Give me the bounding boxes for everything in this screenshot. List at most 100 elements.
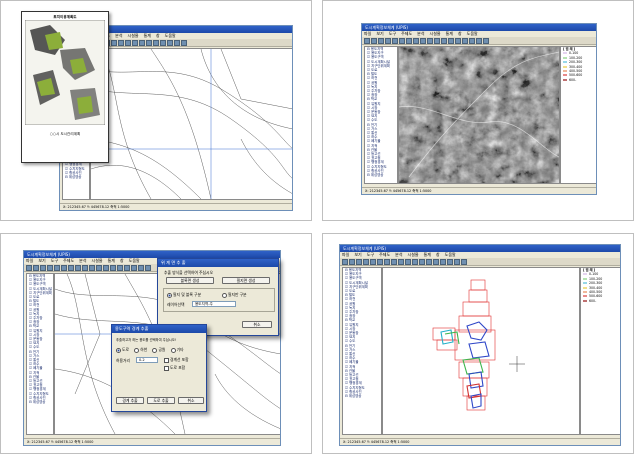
radio-both[interactable]: 필지 및 블록 구분 — [167, 292, 201, 298]
toolbar-button[interactable] — [448, 37, 454, 44]
menu-item[interactable]: 도움말 — [445, 252, 456, 257]
parcel-surface-button[interactable]: 필지면 생성 — [222, 277, 270, 284]
menu-item[interactable]: 분석 — [395, 252, 402, 257]
menu-item[interactable]: 보기 — [354, 252, 361, 257]
tree-item[interactable]: ⊟ 위성영상 — [343, 394, 381, 398]
toolbar-button[interactable] — [462, 37, 468, 44]
toolbar-button[interactable] — [427, 37, 433, 44]
menu-item[interactable]: 도움말 — [129, 258, 140, 263]
toolbar-button[interactable] — [413, 37, 419, 44]
toolbar-button[interactable] — [47, 264, 53, 271]
toolbar-button[interactable] — [454, 258, 460, 265]
toolbar-button[interactable] — [61, 264, 67, 271]
menu-item[interactable]: 시설물 — [92, 258, 103, 263]
menu-item[interactable]: 도구 — [389, 31, 396, 36]
toolbar-button[interactable] — [392, 37, 398, 44]
radio-etc[interactable]: 기타 — [170, 347, 184, 353]
toolbar-button[interactable] — [125, 39, 131, 46]
menu-item[interactable]: 파일 — [26, 258, 33, 263]
toolbar-button[interactable] — [118, 39, 124, 46]
toolbar-button[interactable] — [89, 264, 95, 271]
toolbar-button[interactable] — [40, 264, 46, 271]
toolbar-button[interactable] — [364, 37, 370, 44]
layer-select[interactable]: 용도지역-주 — [192, 301, 236, 307]
menu-item[interactable]: 도구 — [51, 258, 58, 263]
toolbar-button[interactable] — [342, 258, 348, 265]
menu-item[interactable]: 시설물 — [430, 31, 441, 36]
toolbar-button[interactable] — [33, 264, 39, 271]
toolbar-button[interactable] — [124, 264, 130, 271]
toolbar-button[interactable] — [378, 37, 384, 44]
extract-road-button[interactable]: 도로 추출 — [147, 397, 175, 404]
toolbar-button[interactable] — [363, 258, 369, 265]
toolbar-button[interactable] — [26, 264, 32, 271]
toolbar-button[interactable] — [82, 264, 88, 271]
toolbar-button[interactable] — [349, 258, 355, 265]
toolbar-button[interactable] — [181, 39, 187, 46]
toolbar-button[interactable] — [54, 264, 60, 271]
extract-boundary-button[interactable]: 경계 추출 — [116, 397, 144, 404]
toolbar-button[interactable] — [440, 258, 446, 265]
toolbar-button[interactable] — [420, 37, 426, 44]
toolbar-button[interactable] — [132, 39, 138, 46]
toolbar-button[interactable] — [447, 258, 453, 265]
menu-item[interactable]: 시설물 — [128, 33, 139, 38]
menu-item[interactable]: 시설물 — [408, 252, 419, 257]
toolbar-button[interactable] — [139, 39, 145, 46]
tree-item[interactable]: ⊟ 위성영상 — [27, 400, 53, 404]
menu-item[interactable]: 파일 — [364, 31, 371, 36]
toolbar-button[interactable] — [399, 37, 405, 44]
tree-item[interactable]: ⊟ 위성영상 — [63, 175, 89, 179]
toolbar-button[interactable] — [441, 37, 447, 44]
menu-item[interactable]: 창 — [436, 252, 440, 257]
toolbar-button[interactable] — [461, 258, 467, 265]
toolbar-button[interactable] — [385, 37, 391, 44]
layer-tree[interactable]: ⊟ 용도지역 ☑ 용도지구 ☑ 용도구역 ☑ 도시계획시설 ☑ 지구단위계획 ☑… — [364, 46, 398, 184]
toolbar-button[interactable] — [145, 264, 151, 271]
menu-item[interactable]: 창 — [156, 33, 160, 38]
toolbar-button[interactable] — [412, 258, 418, 265]
toolbar-button[interactable] — [117, 264, 123, 271]
toolbar-button[interactable] — [419, 258, 425, 265]
menu-item[interactable]: 창 — [120, 258, 124, 263]
radio-road[interactable]: 도로 — [116, 347, 129, 353]
menu-item[interactable]: 창 — [458, 31, 462, 36]
radio-parcel[interactable]: 필지만 구분 — [222, 292, 247, 298]
toolbar-button[interactable] — [405, 258, 411, 265]
toolbar-button[interactable] — [167, 39, 173, 46]
menu-item[interactable]: 보기 — [376, 31, 383, 36]
menu-item[interactable]: 도움말 — [165, 33, 176, 38]
toolbar-button[interactable] — [110, 264, 116, 271]
menu-item[interactable]: 주제도 — [379, 252, 390, 257]
toolbar-button[interactable] — [476, 37, 482, 44]
menu-item[interactable]: 도구 — [367, 252, 374, 257]
toolbar-button[interactable] — [384, 258, 390, 265]
toolbar-button[interactable] — [469, 37, 475, 44]
map-canvas[interactable] — [90, 48, 292, 200]
toolbar-button[interactable] — [103, 264, 109, 271]
toolbar-button[interactable] — [434, 37, 440, 44]
menu-item[interactable]: 통계 — [446, 31, 453, 36]
toolbar-button[interactable] — [68, 264, 74, 271]
menu-item[interactable]: 통계 — [424, 252, 431, 257]
cancel-button[interactable]: 취소 — [242, 321, 272, 328]
radio-river[interactable]: 하천 — [134, 347, 147, 353]
tree-item[interactable]: ⊟ 위성영상 — [365, 173, 397, 177]
menu-item[interactable]: 도움말 — [467, 31, 478, 36]
toolbar-button[interactable] — [138, 264, 144, 271]
menu-item[interactable]: 분석 — [417, 31, 424, 36]
toolbar-button[interactable] — [96, 264, 102, 271]
toolbar-button[interactable] — [406, 37, 412, 44]
toolbar-button[interactable] — [371, 37, 377, 44]
menu-item[interactable]: 주제도 — [63, 258, 74, 263]
toolbar-button[interactable] — [356, 258, 362, 265]
check-road[interactable]: 도로 포함 — [164, 365, 185, 371]
tolerance-input[interactable]: 0.2 — [136, 357, 158, 363]
toolbar-button[interactable] — [433, 258, 439, 265]
toolbar-button[interactable] — [75, 264, 81, 271]
check-boundary[interactable]: 경계선 포함 — [164, 357, 189, 363]
toolbar-button[interactable] — [370, 258, 376, 265]
toolbar-button[interactable] — [391, 258, 397, 265]
map-canvas[interactable] — [382, 267, 580, 435]
menu-item[interactable]: 분석 — [115, 33, 122, 38]
